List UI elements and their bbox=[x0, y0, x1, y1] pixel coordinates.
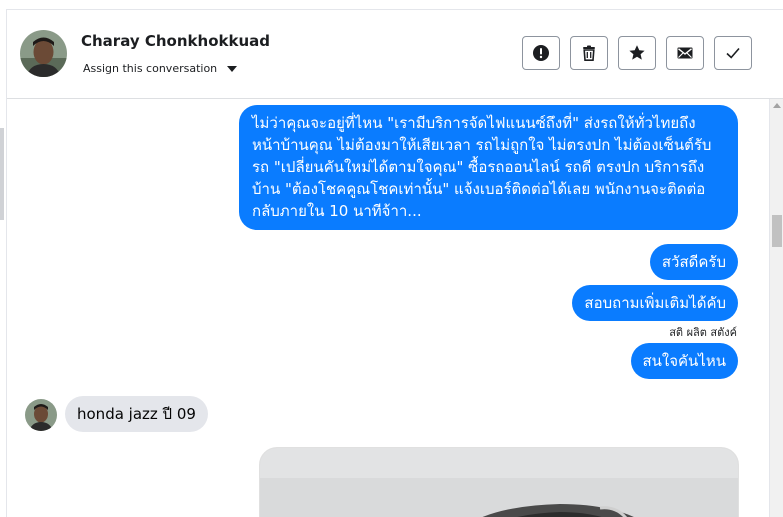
chevron-down-icon bbox=[227, 65, 238, 72]
mark-unread-button[interactable] bbox=[666, 36, 704, 70]
delete-button[interactable] bbox=[570, 36, 608, 70]
top-border bbox=[0, 0, 783, 10]
outgoing-message-more-info[interactable]: สอบถามเพิ่มเติมได้คับ bbox=[572, 285, 738, 321]
outgoing-message-greeting[interactable]: สวัสดีครับ bbox=[649, 244, 738, 280]
envelope-icon bbox=[677, 47, 693, 59]
message-line: หน้าบ้านคุณ ไม่ต้องมาให้เสียเวลา รถไม่ถู… bbox=[252, 136, 712, 154]
conversation-header: Charay Chonkhokkuad Assign this conversa… bbox=[7, 10, 783, 99]
car-photo-attachment[interactable] bbox=[259, 447, 739, 517]
message-line: กลับภายใน 10 นาทีจ้าา... bbox=[252, 202, 422, 220]
left-scrollbar-thumb[interactable] bbox=[0, 128, 4, 220]
mark-spam-button[interactable] bbox=[522, 36, 560, 70]
trash-icon bbox=[583, 45, 595, 61]
star-button[interactable] bbox=[618, 36, 656, 70]
exclamation-icon bbox=[533, 45, 549, 61]
sender-name-note: สติ ผลิต สตังค์ bbox=[669, 326, 737, 339]
assign-conversation-dropdown[interactable]: Assign this conversation bbox=[83, 62, 238, 75]
message-thread[interactable]: ไม่ว่าคุณจะอยู่ที่ไหน "เรามีบริการจัดไฟแ… bbox=[7, 99, 769, 517]
star-icon bbox=[629, 45, 645, 60]
scroll-up-arrow-icon[interactable] bbox=[773, 103, 781, 108]
check-icon bbox=[726, 47, 740, 59]
chat-scrollbar[interactable] bbox=[769, 99, 783, 517]
contact-name[interactable]: Charay Chonkhokkuad bbox=[81, 32, 270, 50]
left-panel-edge bbox=[0, 9, 7, 517]
contact-avatar-small bbox=[25, 399, 57, 431]
scrollbar-thumb[interactable] bbox=[772, 215, 782, 247]
message-line: บ้าน "ต้องโชคคูณโชคเท่านั้น" แจ้งเบอร์ติ… bbox=[252, 180, 706, 198]
message-line: ไม่ว่าคุณจะอยู่ที่ไหน "เรามีบริการจัดไฟแ… bbox=[252, 114, 696, 132]
outgoing-message-promo[interactable]: ไม่ว่าคุณจะอยู่ที่ไหน "เรามีบริการจัดไฟแ… bbox=[239, 105, 738, 230]
mark-done-button[interactable] bbox=[714, 36, 752, 70]
message-line: รถ "เปลี่ยนคันใหม่ได้ตามใจคุณ" ซื้อรถออน… bbox=[252, 158, 705, 176]
outgoing-message-which-car[interactable]: สนใจคันไหน bbox=[630, 343, 738, 379]
incoming-message[interactable]: honda jazz ปี 09 bbox=[65, 396, 208, 432]
contact-avatar[interactable] bbox=[20, 30, 67, 77]
assign-label: Assign this conversation bbox=[83, 62, 218, 75]
